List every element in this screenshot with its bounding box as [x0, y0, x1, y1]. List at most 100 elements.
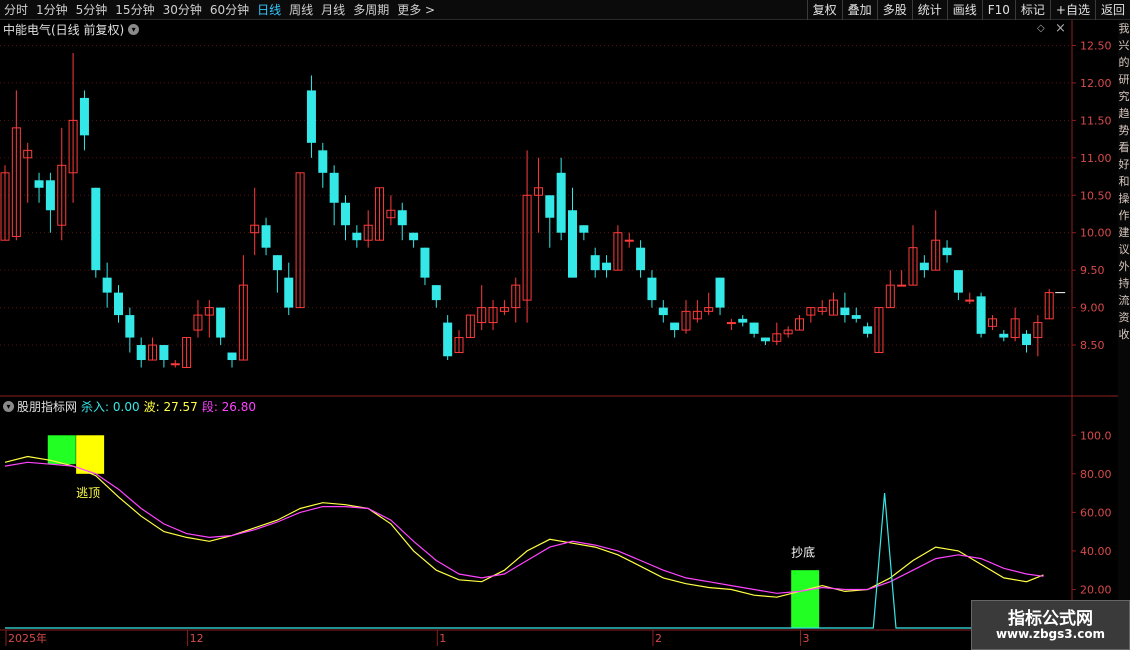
candle-body-down — [760, 337, 770, 342]
date-tick-label: 1 — [439, 632, 446, 645]
strip-char: 好 — [1118, 158, 1130, 171]
candle-body-down — [91, 187, 101, 271]
strip-char: 看 — [1118, 141, 1130, 154]
candle-body-down — [136, 345, 146, 361]
candle-body-down — [1022, 333, 1031, 346]
strip-char: 收 — [1118, 328, 1130, 341]
candle-body-down — [216, 307, 226, 338]
candle-body-down — [45, 180, 55, 211]
strip-char: 操 — [1118, 192, 1130, 205]
date-tick-label: 12 — [190, 632, 204, 645]
chart-canvas[interactable]: 12.50 12.00 11.50 11.00 10.50 10.00 9.50 9.00 8.… — [0, 0, 1130, 650]
candle-body-down — [420, 247, 430, 278]
strip-char: 趋 — [1118, 107, 1130, 120]
candle-body-down — [159, 345, 169, 361]
candle-body-down — [114, 292, 123, 316]
signal-block-green — [791, 570, 820, 628]
candle-body-down — [738, 318, 748, 323]
candle-body-down — [749, 322, 759, 334]
candle-body-up — [965, 299, 975, 302]
candle-body-up — [170, 363, 180, 366]
candle-body-down — [670, 322, 680, 331]
candle-body-down — [545, 195, 555, 218]
candle-body-down — [261, 225, 271, 248]
strip-char: 势 — [1118, 124, 1130, 137]
indicator-tick-label: 20.00 — [1080, 583, 1112, 596]
strip-char: 资 — [1118, 311, 1130, 324]
candle-body-down — [102, 277, 112, 293]
candle-body-down — [306, 90, 316, 143]
candle-body-up — [624, 239, 634, 242]
date-tick-label: 3 — [803, 632, 810, 645]
date-tick-label: 2 — [655, 632, 662, 645]
strip-char: 持 — [1118, 277, 1130, 290]
candle-body-down — [341, 202, 350, 226]
candle-body-down — [953, 270, 963, 293]
indicator-tick-label: 60.00 — [1080, 506, 1112, 519]
candle-body-down — [284, 277, 294, 308]
candle-body-down — [658, 307, 668, 316]
strip-char: 的 — [1118, 56, 1130, 69]
candle-body-down — [556, 172, 566, 233]
price-tick-label: 10.50 — [1080, 189, 1112, 202]
candle-body-down — [329, 172, 339, 203]
strip-char: 流 — [1118, 294, 1130, 307]
price-tick-label: 8.50 — [1080, 339, 1105, 352]
price-tick-label: 11.50 — [1080, 114, 1112, 127]
candle-body-down — [647, 277, 657, 301]
candle-body-down — [79, 97, 89, 136]
right-info-strip: 我兴的研究趋势看好和操作建议外持流资收 — [1118, 20, 1130, 650]
date-tick-label: 2025年 — [8, 631, 47, 645]
strip-char: 和 — [1118, 175, 1130, 188]
indicator-tick-label: 80.00 — [1080, 468, 1112, 481]
candle-body-down — [715, 277, 725, 308]
candle-body-down — [397, 210, 407, 226]
candle-body-down — [431, 285, 441, 301]
strip-char: 建 — [1118, 226, 1130, 239]
candle-body-down — [318, 150, 328, 173]
candle-body-down — [272, 255, 282, 271]
candle-body-up — [897, 284, 907, 287]
signal-block-green — [47, 435, 76, 465]
buy-bottom-label: 抄底 — [791, 545, 815, 560]
price-tick-label: 12.50 — [1080, 39, 1112, 52]
strip-char: 兴 — [1118, 39, 1130, 52]
candle-body-down — [590, 255, 600, 271]
watermark-url: www.zbgs3.com — [995, 627, 1106, 641]
price-tick-label: 12.00 — [1080, 77, 1112, 90]
price-tick-label: 9.50 — [1080, 264, 1105, 277]
price-tick-label: 11.00 — [1080, 152, 1112, 165]
candle-body-down — [840, 307, 850, 316]
candle-body-down — [568, 210, 577, 278]
candle-body-down — [443, 322, 453, 357]
price-tick-label: 10.00 — [1080, 227, 1112, 240]
escape-top-label: 逃顶 — [76, 486, 100, 500]
watermark-title: 指标公式网 — [1008, 609, 1093, 629]
candle-body-down — [976, 296, 986, 334]
candle-body-down — [942, 247, 952, 256]
strip-char: 究 — [1118, 90, 1130, 103]
candle-body-down — [579, 225, 589, 233]
candle-body-down — [636, 247, 646, 271]
candle-body-down — [34, 180, 44, 188]
strip-char: 作 — [1118, 209, 1130, 222]
indicator-tick-label: 40.00 — [1080, 545, 1112, 558]
price-tick-label: 9.00 — [1080, 302, 1105, 315]
candle-body-up — [726, 322, 736, 325]
candle-body-down — [863, 326, 873, 334]
candle-body-down — [227, 352, 237, 361]
candle-body-down — [851, 315, 861, 319]
strip-char: 我 — [1118, 22, 1130, 35]
candle-body-down — [352, 232, 362, 241]
strip-char: 外 — [1118, 260, 1130, 273]
strip-char: 议 — [1118, 243, 1130, 256]
sell-signal-line — [5, 493, 1044, 629]
indicator-tick-label: 100.0 — [1080, 429, 1112, 442]
watermark: 指标公式网 www.zbgs3.com — [971, 600, 1130, 650]
candle-body-down — [125, 315, 135, 338]
strip-char: 研 — [1118, 73, 1130, 86]
candle-body-down — [919, 262, 929, 271]
candle-body-down — [602, 262, 612, 271]
candle-body-down — [409, 232, 419, 241]
candle-body-down — [999, 333, 1009, 338]
